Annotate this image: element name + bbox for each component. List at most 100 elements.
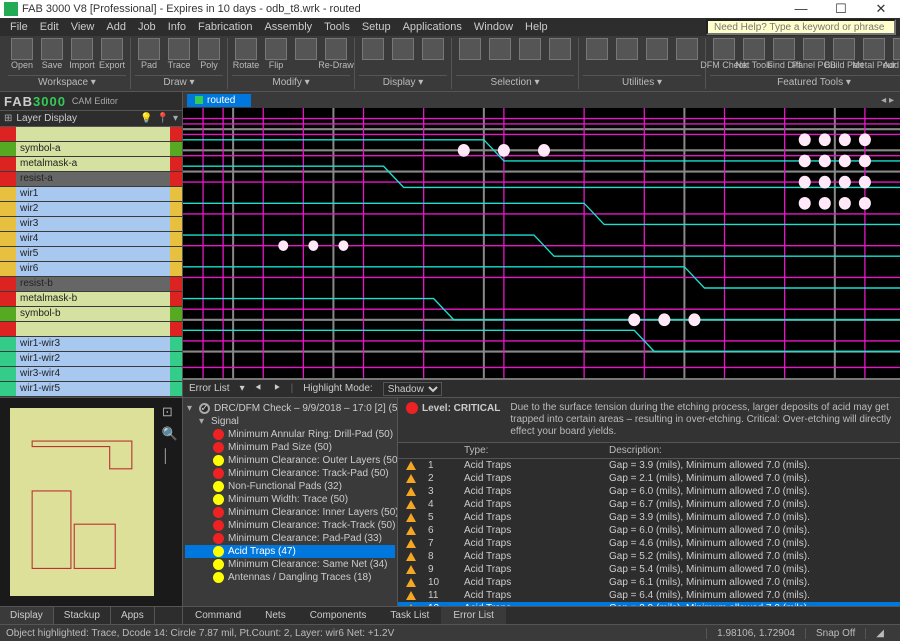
layer-item[interactable]: resist-b [0,277,182,291]
tool-pad[interactable]: Pad [135,38,163,70]
next-icon[interactable]: ⯈ [273,383,281,394]
tree-item[interactable]: Minimum Clearance: Inner Layers (50) [185,506,395,519]
tool-rotate[interactable]: Rotate [232,38,260,70]
zoom-fit-icon[interactable]: ⊡ [162,404,178,420]
prev-icon[interactable]: ⯇ [255,383,263,394]
tree-item[interactable]: Minimum Clearance: Outer Layers (50) [185,454,395,467]
toolgroup-draw[interactable]: Draw ▾ [135,75,223,89]
tab2-nets[interactable]: Nets [253,607,298,624]
error-list-label[interactable]: Error List [189,383,230,394]
slider-icon[interactable]: │ [162,448,178,463]
tree-item[interactable]: Minimum Clearance: Same Net (34) [185,558,395,571]
tree-item[interactable]: Minimum Clearance: Track-Pad (50) [185,467,395,480]
tab2-error list[interactable]: Error List [441,607,506,624]
toolgroup-utilities[interactable]: Utilities ▾ [583,75,701,89]
tool-btn[interactable] [359,38,387,61]
layer-item[interactable]: wir1-wir3 [0,337,182,351]
menu-assembly[interactable]: Assembly [258,21,318,33]
expand-icon[interactable]: ⊞ [4,113,12,124]
tool-btn[interactable] [516,38,544,61]
error-row[interactable]: 5Acid TrapsGap = 3.9 (mils), Minimum all… [398,511,900,524]
flag-icon[interactable]: ▾ [173,113,178,124]
tool-dfm check[interactable]: DFM Check [710,38,738,70]
tool-btn[interactable] [486,38,514,61]
close-button[interactable]: ✕ [868,2,894,16]
tool-btn[interactable] [673,38,701,61]
layer-item[interactable]: wir1-wir5 [0,382,182,396]
layer-item[interactable]: wir5 [0,247,182,261]
error-row[interactable]: 10Acid TrapsGap = 6.1 (mils), Minimum al… [398,576,900,589]
tree-item[interactable]: Minimum Clearance: Pad-Pad (33) [185,532,395,545]
tool-re-draw[interactable]: Re-Draw [322,38,350,70]
layer-item[interactable]: wir2 [0,202,182,216]
tool-export[interactable]: Export [98,38,126,70]
tab2-components[interactable]: Components [298,607,379,624]
menu-add[interactable]: Add [100,21,132,33]
error-row[interactable]: 9Acid TrapsGap = 5.4 (mils), Minimum all… [398,563,900,576]
tool-btn[interactable] [389,38,417,61]
tool-btn[interactable] [419,38,447,61]
tab-apps[interactable]: Apps [111,607,155,624]
minimize-button[interactable]: — [788,2,814,16]
error-row[interactable]: 6Acid TrapsGap = 6.0 (mils), Minimum all… [398,524,900,537]
toolgroup-display[interactable]: Display ▾ [359,75,447,89]
tool-btn[interactable] [583,38,611,61]
layer-item[interactable]: wir1-wir2 [0,352,182,366]
menu-applications[interactable]: Applications [397,21,468,33]
layer-item[interactable]: wir3-wir4 [0,367,182,381]
layer-item[interactable]: wir1 [0,187,182,201]
layer-item[interactable]: wir6 [0,262,182,276]
error-row[interactable]: 8Acid TrapsGap = 5.2 (mils), Minimum all… [398,550,900,563]
tool-add ticket[interactable]: Add Ticket [890,38,900,70]
layer-item[interactable] [0,127,182,141]
tree-item[interactable]: Minimum Width: Trace (50) [185,493,395,506]
tab2-command[interactable]: Command [183,607,253,624]
layer-item[interactable]: symbol-b [0,307,182,321]
layer-item[interactable]: metalmask-b [0,292,182,306]
help-search-input[interactable] [706,19,896,35]
tree-signal[interactable]: ▾Signal [185,415,395,428]
tab2-task list[interactable]: Task List [378,607,441,624]
tool-open[interactable]: Open [8,38,36,70]
preview-canvas[interactable] [10,408,154,596]
highlight-mode-select[interactable]: Shadow [383,382,442,396]
tree-item[interactable]: Antennas / Dangling Traces (18) [185,571,395,584]
toolgroup-featuredtools[interactable]: Featured Tools ▾ [710,75,900,89]
chevron-down-icon[interactable]: ▾ [240,383,245,394]
menu-view[interactable]: View [65,21,101,33]
layer-item[interactable]: metalmask-a [0,157,182,171]
layer-item[interactable]: wir4 [0,232,182,246]
toolgroup-workspace[interactable]: Workspace ▾ [8,75,126,89]
tree-item[interactable]: Non-Functional Pads (32) [185,480,395,493]
toolgroup-modify[interactable]: Modify ▾ [232,75,350,89]
tree-item[interactable]: Minimum Annular Ring: Drill-Pad (50) [185,428,395,441]
tab-nav[interactable]: ◂ ▸ [875,95,900,106]
tool-btn[interactable] [292,38,320,61]
layer-item[interactable]: symbol-a [0,142,182,156]
tool-save[interactable]: Save [38,38,66,70]
tool-net tools[interactable]: Net Tools [740,38,768,70]
maximize-button[interactable]: ☐ [828,2,854,16]
bulb-icon[interactable]: 💡 [140,113,152,124]
tool-trace[interactable]: Trace [165,38,193,70]
menu-edit[interactable]: Edit [34,21,65,33]
error-row[interactable]: 11Acid TrapsGap = 6.4 (mils), Minimum al… [398,589,900,602]
tab-stackup[interactable]: Stackup [54,607,111,624]
menu-setup[interactable]: Setup [356,21,397,33]
error-row[interactable]: 4Acid TrapsGap = 6.7 (mils), Minimum all… [398,498,900,511]
menu-file[interactable]: File [4,21,34,33]
tree-item[interactable]: Minimum Clearance: Track-Track (50) [185,519,395,532]
tool-poly[interactable]: Poly [195,38,223,70]
menu-fabrication[interactable]: Fabrication [192,21,258,33]
toolgroup-selection[interactable]: Selection ▾ [456,75,574,89]
menu-job[interactable]: Job [132,21,162,33]
zoom-in-icon[interactable]: 🔍 [162,426,178,442]
layer-item[interactable] [0,322,182,336]
tool-import[interactable]: Import [68,38,96,70]
tool-btn[interactable] [643,38,671,61]
error-row[interactable]: 2Acid TrapsGap = 2.1 (mils), Minimum all… [398,472,900,485]
menu-info[interactable]: Info [162,21,192,33]
tool-btn[interactable] [456,38,484,61]
tab-routed[interactable]: routed [187,94,251,107]
menu-window[interactable]: Window [468,21,519,33]
